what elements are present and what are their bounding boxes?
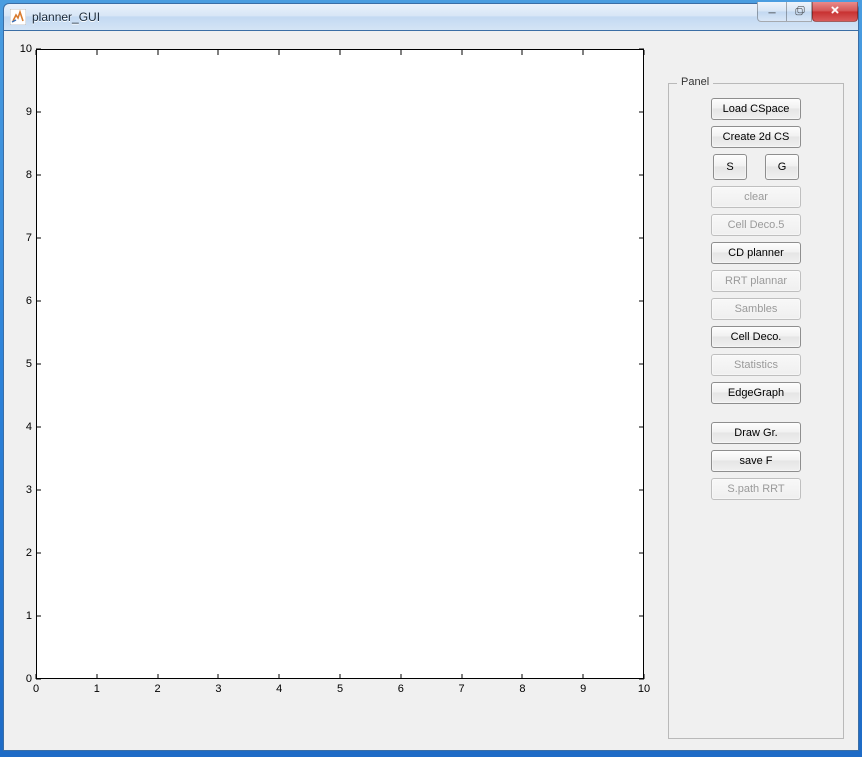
x-tick-mark: [461, 674, 462, 679]
panel-inner: Load CSpace Create 2d CS S G clear Cell …: [669, 84, 843, 510]
load-cspace-button[interactable]: Load CSpace: [711, 98, 801, 120]
y-tick-mark: [639, 364, 644, 365]
draw-gr-button[interactable]: Draw Gr.: [711, 422, 801, 444]
plot-axes[interactable]: [36, 49, 644, 679]
window-title: planner_GUI: [32, 10, 100, 24]
x-tick-mark: [400, 674, 401, 679]
panel-title: Panel: [677, 76, 713, 88]
x-tick-mark: [218, 674, 219, 679]
x-tick-mark: [96, 674, 97, 679]
x-tick-mark: [522, 674, 523, 679]
g-button[interactable]: G: [765, 154, 799, 180]
minimize-button[interactable]: [757, 2, 786, 22]
y-tick-label: 3: [14, 484, 32, 496]
titlebar: planner_GUI: [3, 3, 859, 31]
x-tick-mark: [644, 674, 645, 679]
x-tick-label: 4: [269, 683, 289, 695]
y-tick-mark: [639, 175, 644, 176]
y-tick-mark: [639, 301, 644, 302]
close-icon: [830, 6, 839, 17]
x-tick-mark: [96, 50, 97, 55]
x-tick-label: 7: [452, 683, 472, 695]
y-tick-mark: [36, 49, 41, 50]
s-button[interactable]: S: [713, 154, 747, 180]
close-button[interactable]: [812, 2, 858, 22]
y-tick-mark: [36, 427, 41, 428]
x-tick-mark: [583, 674, 584, 679]
statistics-button[interactable]: Statistics: [711, 354, 801, 376]
x-tick-mark: [218, 50, 219, 55]
y-tick-label: 4: [14, 421, 32, 433]
x-tick-mark: [157, 674, 158, 679]
x-tick-label: 0: [26, 683, 46, 695]
y-tick-mark: [36, 301, 41, 302]
x-tick-mark: [400, 50, 401, 55]
edge-graph-button[interactable]: EdgeGraph: [711, 382, 801, 404]
y-tick-label: 10: [14, 43, 32, 55]
y-tick-mark: [36, 112, 41, 113]
x-tick-mark: [279, 50, 280, 55]
y-tick-mark: [639, 490, 644, 491]
x-tick-mark: [583, 50, 584, 55]
rrt-plannar-button[interactable]: RRT plannar: [711, 270, 801, 292]
y-tick-mark: [639, 112, 644, 113]
y-tick-mark: [36, 553, 41, 554]
spath-rrt-button[interactable]: S.path RRT: [711, 478, 801, 500]
y-tick-label: 8: [14, 169, 32, 181]
maximize-button[interactable]: [786, 2, 812, 22]
sambles-button[interactable]: Sambles: [711, 298, 801, 320]
x-tick-mark: [644, 50, 645, 55]
cd-planner-button[interactable]: CD planner: [711, 242, 801, 264]
y-tick-label: 6: [14, 295, 32, 307]
y-tick-mark: [36, 679, 41, 680]
x-tick-label: 2: [148, 683, 168, 695]
y-tick-label: 2: [14, 547, 32, 559]
window-controls: [757, 2, 858, 22]
y-tick-mark: [36, 364, 41, 365]
y-tick-mark: [36, 238, 41, 239]
y-tick-label: 5: [14, 358, 32, 370]
y-tick-mark: [36, 490, 41, 491]
x-tick-label: 1: [87, 683, 107, 695]
x-tick-mark: [36, 50, 37, 55]
y-tick-label: 1: [14, 610, 32, 622]
cell-deco-button[interactable]: Cell Deco.: [711, 326, 801, 348]
y-tick-label: 9: [14, 106, 32, 118]
x-tick-mark: [340, 674, 341, 679]
control-panel: Panel Load CSpace Create 2d CS S G clear…: [668, 83, 844, 739]
save-f-button[interactable]: save F: [711, 450, 801, 472]
x-tick-label: 10: [634, 683, 654, 695]
axes-container: 012345678910012345678910: [14, 49, 654, 709]
y-tick-mark: [639, 553, 644, 554]
client-area: 012345678910012345678910 Panel Load CSpa…: [3, 31, 859, 751]
y-tick-mark: [639, 427, 644, 428]
y-tick-mark: [639, 616, 644, 617]
x-tick-mark: [340, 50, 341, 55]
x-tick-label: 9: [573, 683, 593, 695]
x-tick-mark: [461, 50, 462, 55]
x-tick-mark: [36, 674, 37, 679]
x-tick-mark: [157, 50, 158, 55]
maximize-icon: [795, 7, 804, 17]
x-tick-label: 8: [512, 683, 532, 695]
y-tick-mark: [36, 616, 41, 617]
matlab-app-icon: [10, 9, 26, 25]
y-tick-mark: [36, 175, 41, 176]
x-tick-label: 3: [208, 683, 228, 695]
y-tick-label: 7: [14, 232, 32, 244]
y-tick-mark: [639, 238, 644, 239]
x-tick-mark: [279, 674, 280, 679]
x-tick-label: 5: [330, 683, 350, 695]
create-2d-cs-button[interactable]: Create 2d CS: [711, 126, 801, 148]
cell-deco-5-button[interactable]: Cell Deco.5: [711, 214, 801, 236]
x-tick-mark: [522, 50, 523, 55]
x-tick-label: 6: [391, 683, 411, 695]
minimize-icon: [768, 7, 775, 17]
clear-button[interactable]: clear: [711, 186, 801, 208]
